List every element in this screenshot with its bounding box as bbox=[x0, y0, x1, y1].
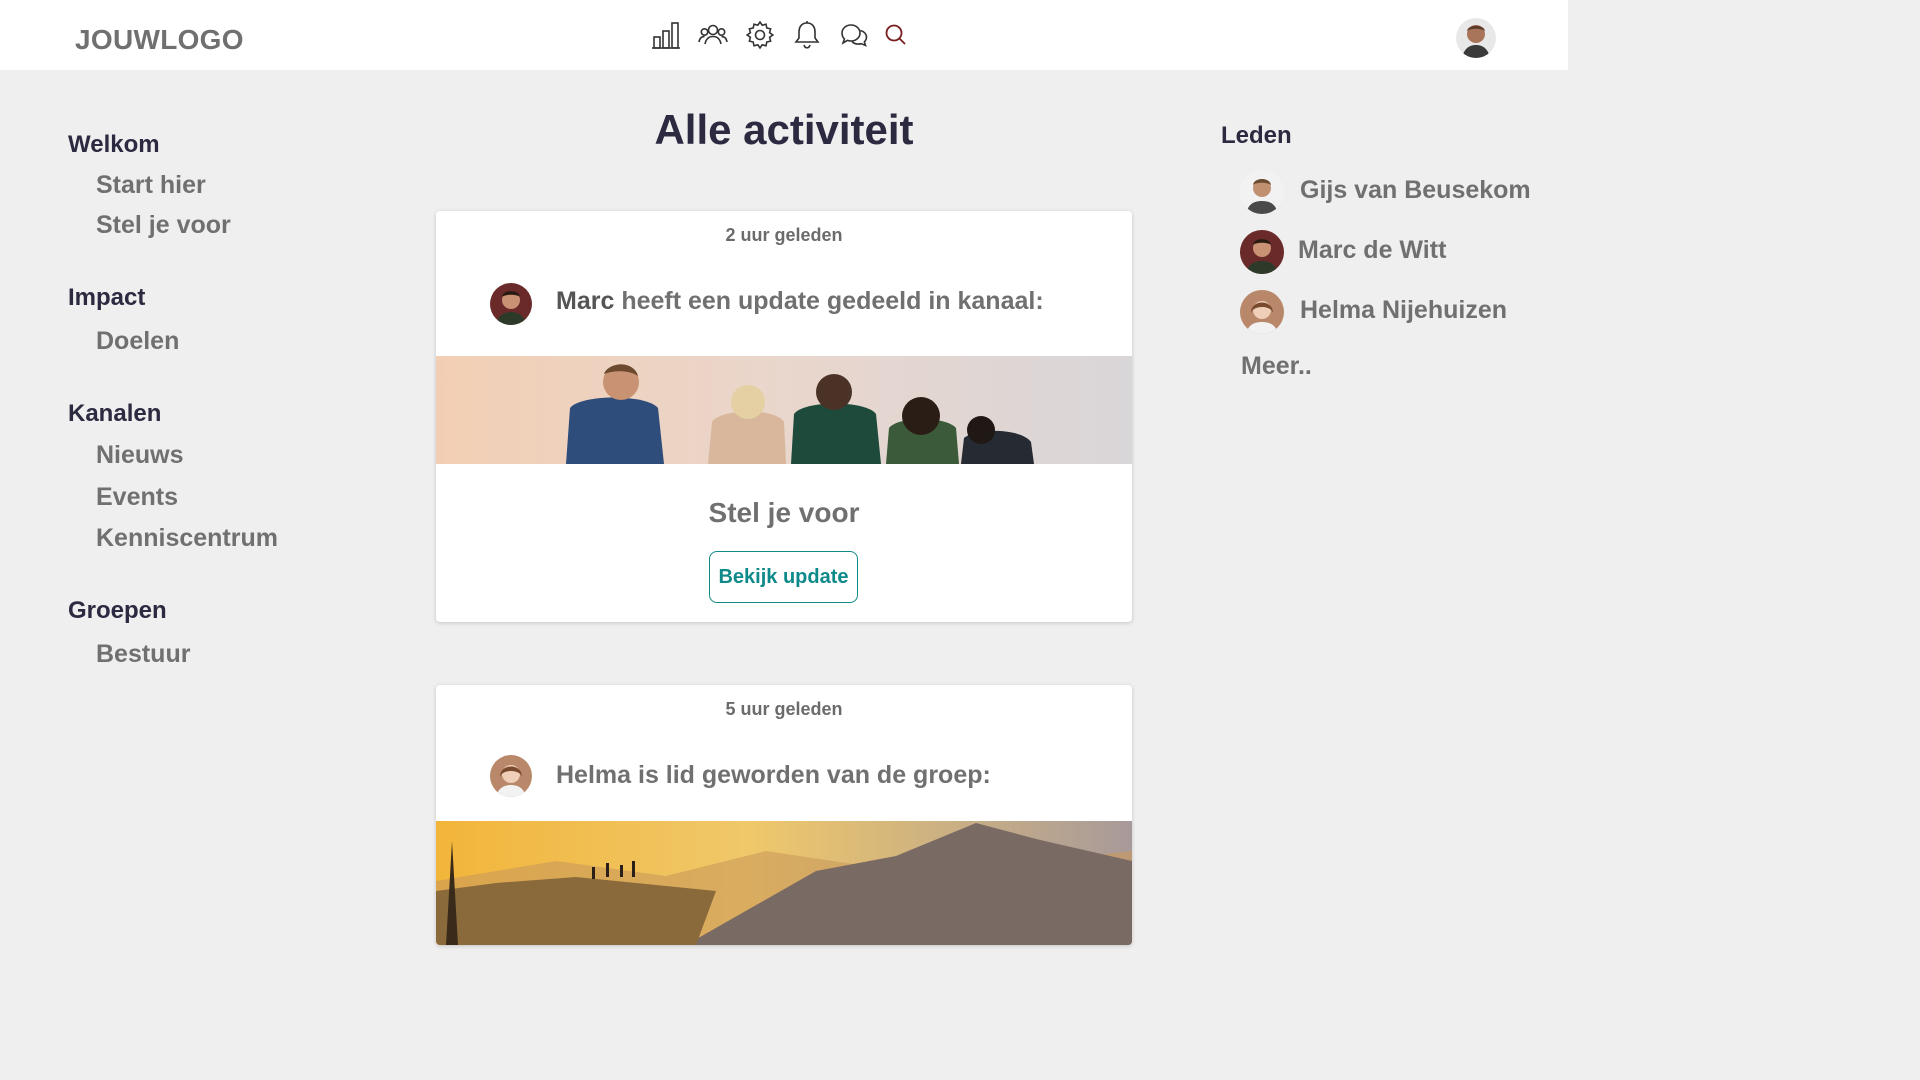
post-text: Marc heeft een update gedeeld in kanaal: bbox=[556, 287, 1044, 316]
page-title: Alle activiteit bbox=[654, 106, 914, 153]
top-bar: JOUWLOGO bbox=[0, 0, 1568, 70]
sidebar-item-bestuur[interactable]: Bestuur bbox=[96, 640, 190, 669]
channel-name: Stel je voor bbox=[708, 497, 860, 528]
gear-icon[interactable] bbox=[744, 19, 776, 51]
users-icon[interactable] bbox=[697, 19, 729, 51]
author-avatar[interactable] bbox=[490, 283, 532, 325]
activity-card: 2 uur geleden Marc heeft een update gede… bbox=[436, 211, 1132, 622]
member-name: Gijs van Beusekom bbox=[1300, 176, 1531, 204]
sidebar-item-kenniscentrum[interactable]: Kenniscentrum bbox=[96, 524, 278, 553]
sidebar-item-doelen[interactable]: Doelen bbox=[96, 327, 179, 356]
member-name: Marc de Witt bbox=[1298, 236, 1447, 264]
member-name: Helma Nijehuizen bbox=[1300, 296, 1507, 324]
member-avatar bbox=[1240, 290, 1284, 334]
post-image bbox=[436, 821, 1132, 945]
user-avatar[interactable] bbox=[1456, 18, 1496, 58]
search-icon[interactable] bbox=[880, 19, 912, 51]
section-title-welkom: Welkom bbox=[68, 131, 160, 158]
post-timestamp: 2 uur geleden bbox=[725, 225, 843, 245]
sidebar-item-events[interactable]: Events bbox=[96, 483, 178, 512]
post-timestamp: 5 uur geleden bbox=[725, 699, 843, 719]
post-action: heeft een update gedeeld in kanaal: bbox=[614, 287, 1044, 315]
section-title-impact: Impact bbox=[68, 284, 146, 311]
sidebar-item-nieuws[interactable]: Nieuws bbox=[96, 441, 184, 470]
view-update-button[interactable]: Bekijk update bbox=[709, 551, 858, 603]
sidebar-item-start-hier[interactable]: Start hier bbox=[96, 171, 206, 200]
section-title-kanalen: Kanalen bbox=[68, 400, 162, 427]
post-author[interactable]: Helma bbox=[556, 761, 631, 789]
author-avatar[interactable] bbox=[490, 755, 532, 797]
chat-icon[interactable] bbox=[838, 19, 870, 51]
post-image bbox=[436, 356, 1132, 464]
logo[interactable]: JOUWLOGO bbox=[75, 24, 244, 56]
members-title: Leden bbox=[1221, 122, 1292, 149]
member-avatar bbox=[1240, 170, 1284, 214]
post-text: Helma is lid geworden van de groep: bbox=[556, 761, 991, 790]
bar-chart-icon[interactable] bbox=[650, 19, 682, 51]
activity-card: 5 uur geleden Helma is lid geworden van … bbox=[436, 685, 1132, 945]
member-avatar bbox=[1240, 230, 1284, 274]
more-members-link[interactable]: Meer.. bbox=[1241, 352, 1312, 381]
post-author[interactable]: Marc bbox=[556, 287, 614, 315]
post-action: is lid geworden van de groep: bbox=[631, 761, 991, 789]
section-title-groepen: Groepen bbox=[68, 597, 167, 624]
sidebar-item-stel-je-voor[interactable]: Stel je voor bbox=[96, 211, 231, 240]
bell-icon[interactable] bbox=[791, 19, 823, 51]
